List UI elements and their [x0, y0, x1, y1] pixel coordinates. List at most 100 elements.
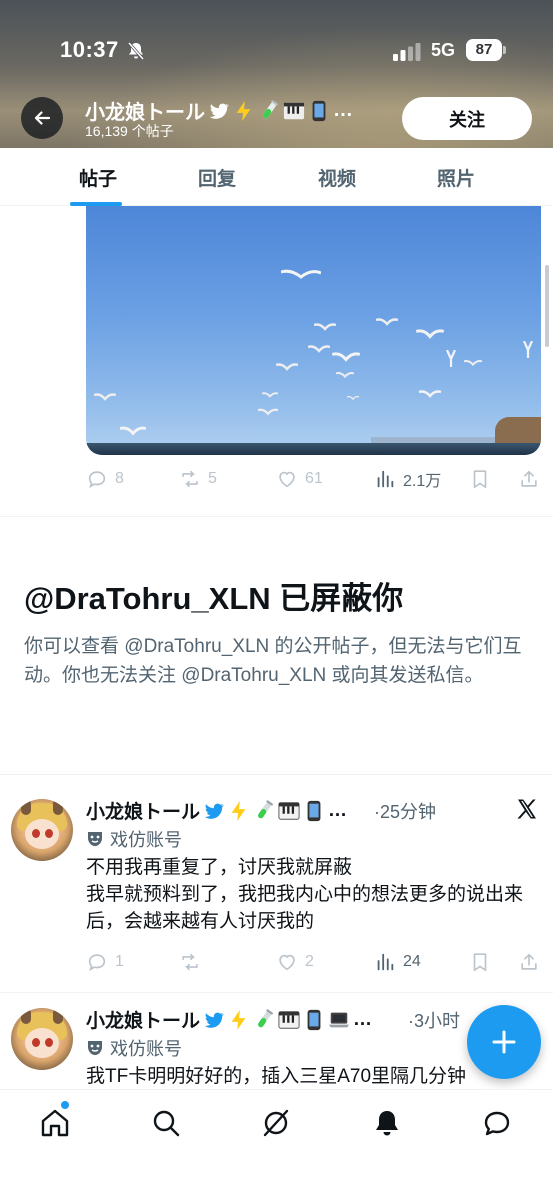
- views-icon: [377, 470, 394, 488]
- blocked-title: @DraTohru_XLN 已屏蔽你: [24, 581, 404, 616]
- views-action[interactable]: 2.1万: [374, 464, 441, 494]
- views-count: 24: [403, 953, 421, 970]
- share-action[interactable]: [518, 464, 540, 494]
- views-action[interactable]: 24: [374, 947, 421, 977]
- avatar-horn: [21, 1008, 31, 1024]
- share-icon: [521, 470, 537, 487]
- x-logo-icon[interactable]: [515, 797, 539, 821]
- bookmark-icon: [473, 953, 487, 972]
- tweet-time: ·25分钟: [374, 802, 437, 822]
- seagull-icon: [262, 392, 278, 398]
- tweet-text: 不用我再重复了，讨厌我就屏蔽 我早就预料到了，我把我内心中的想法更多的说出来后，…: [86, 854, 536, 935]
- tab-videos-label: 视频: [317, 168, 356, 190]
- compose-button[interactable]: [467, 1005, 541, 1079]
- seagull-icon: [332, 352, 360, 362]
- tweet-author[interactable]: 小龙娘トール …: [86, 1006, 372, 1033]
- grok-icon[interactable]: [260, 1107, 292, 1139]
- repost-icon: [182, 953, 198, 971]
- divider: [0, 516, 553, 517]
- parody-mask-icon: [88, 1041, 102, 1055]
- home-icon[interactable]: [39, 1107, 71, 1139]
- seagull-icon: [347, 395, 359, 401]
- post-photo-seagulls[interactable]: [86, 206, 541, 455]
- seagull-icon: [376, 318, 398, 326]
- name-ellipsis: …: [328, 799, 348, 821]
- tweet-text-line: 不用我再重复了，讨厌我就屏蔽: [86, 857, 353, 878]
- bottom-navigation: [0, 1089, 553, 1200]
- seagull-icon: [308, 345, 330, 353]
- name-ellipsis: …: [353, 1008, 373, 1030]
- reply-count: 8: [115, 470, 124, 487]
- network-type: 5G: [431, 40, 456, 60]
- tab-videos[interactable]: 视频: [277, 148, 397, 206]
- parody-mask-icon: [88, 832, 102, 846]
- share-icon: [521, 953, 537, 970]
- tab-photos[interactable]: 照片: [396, 148, 516, 206]
- scrollbar[interactable]: [545, 265, 549, 347]
- seagull-icon: [258, 408, 278, 416]
- tweet-item[interactable]: 小龙娘トール … ·25分钟 戏仿账号 不用我再重复了，讨厌我就屏蔽 我早就预料…: [0, 775, 553, 991]
- tweet-author-name: 小龙娘トール: [86, 802, 201, 823]
- back-button[interactable]: [21, 97, 63, 139]
- bookmark-action[interactable]: [469, 947, 491, 977]
- views-count: 2.1万: [403, 473, 442, 490]
- tab-posts[interactable]: 帖子: [38, 148, 158, 206]
- tab-replies[interactable]: 回复: [157, 148, 277, 206]
- profile-tabs: 帖子 回复 视频 照片: [0, 148, 553, 206]
- back-arrow-icon: [34, 111, 51, 125]
- seagull-icon: [94, 393, 116, 401]
- seagull-icon: [120, 426, 146, 436]
- avatar-horn: [21, 799, 31, 815]
- seagull-icon: [314, 323, 336, 331]
- seagull-icon: [416, 329, 444, 339]
- tweet-text-line: 我TF卡明明好好的，插入三星A70里隔几分钟: [86, 1066, 467, 1087]
- avatar[interactable]: [11, 799, 73, 861]
- tweet-author[interactable]: 小龙娘トール …: [86, 797, 347, 824]
- like-icon: [279, 471, 295, 488]
- status-time: 10:37: [60, 37, 119, 62]
- photo-sea: [86, 443, 541, 455]
- notifications-icon[interactable]: [371, 1107, 403, 1139]
- avatar-eye: [45, 829, 53, 838]
- status-bar: 10:37 5G 87: [0, 28, 553, 74]
- verified-bird-icon: [204, 803, 225, 819]
- avatar[interactable]: [11, 1008, 73, 1070]
- name-ellipsis: …: [333, 99, 353, 121]
- bell-off-icon: [127, 42, 145, 60]
- share-action[interactable]: [518, 947, 540, 977]
- lightning-icon: [231, 800, 246, 821]
- like-action[interactable]: 2: [276, 947, 314, 977]
- like-action[interactable]: 61: [276, 464, 323, 494]
- repost-action[interactable]: 5: [179, 464, 217, 494]
- piano-icon: [283, 102, 305, 119]
- seagull-icon: [281, 269, 321, 279]
- seagull-icon: [445, 350, 457, 367]
- reply-action[interactable]: 8: [86, 464, 124, 494]
- like-icon: [279, 954, 295, 971]
- bookmark-icon: [473, 470, 487, 489]
- messages-icon[interactable]: [481, 1107, 513, 1139]
- reply-count: 1: [115, 953, 124, 970]
- avatar-face: [25, 1028, 59, 1058]
- follow-button[interactable]: 关注: [402, 97, 532, 140]
- reply-action[interactable]: 1: [86, 947, 124, 977]
- bookmark-action[interactable]: [469, 464, 491, 494]
- parody-label-text: 戏仿账号: [110, 1039, 182, 1059]
- verified-bird-icon: [209, 103, 230, 119]
- lightning-icon: [236, 100, 251, 121]
- blocked-message: 你可以查看 @DraTohru_XLN 的公开帖子，但无法与它们互动。你也无法关…: [24, 636, 522, 686]
- battery-level: 87: [466, 39, 502, 61]
- tweet-text-line: 我早就预料到了，我把我内心中的想法更多的说出来后，会越来越有人讨厌我的: [86, 884, 524, 932]
- test-tube-icon: [258, 1008, 273, 1027]
- avatar-horn: [53, 1008, 63, 1024]
- phone-icon: [312, 100, 326, 121]
- search-icon[interactable]: [150, 1107, 182, 1139]
- repost-action[interactable]: [179, 947, 201, 977]
- signal-icon: [393, 43, 421, 61]
- repost-icon: [182, 470, 198, 488]
- seagull-icon: [522, 341, 534, 358]
- avatar-eye: [45, 1038, 53, 1047]
- avatar-eye: [32, 829, 40, 838]
- reply-icon: [88, 471, 106, 489]
- piano-icon: [278, 801, 300, 820]
